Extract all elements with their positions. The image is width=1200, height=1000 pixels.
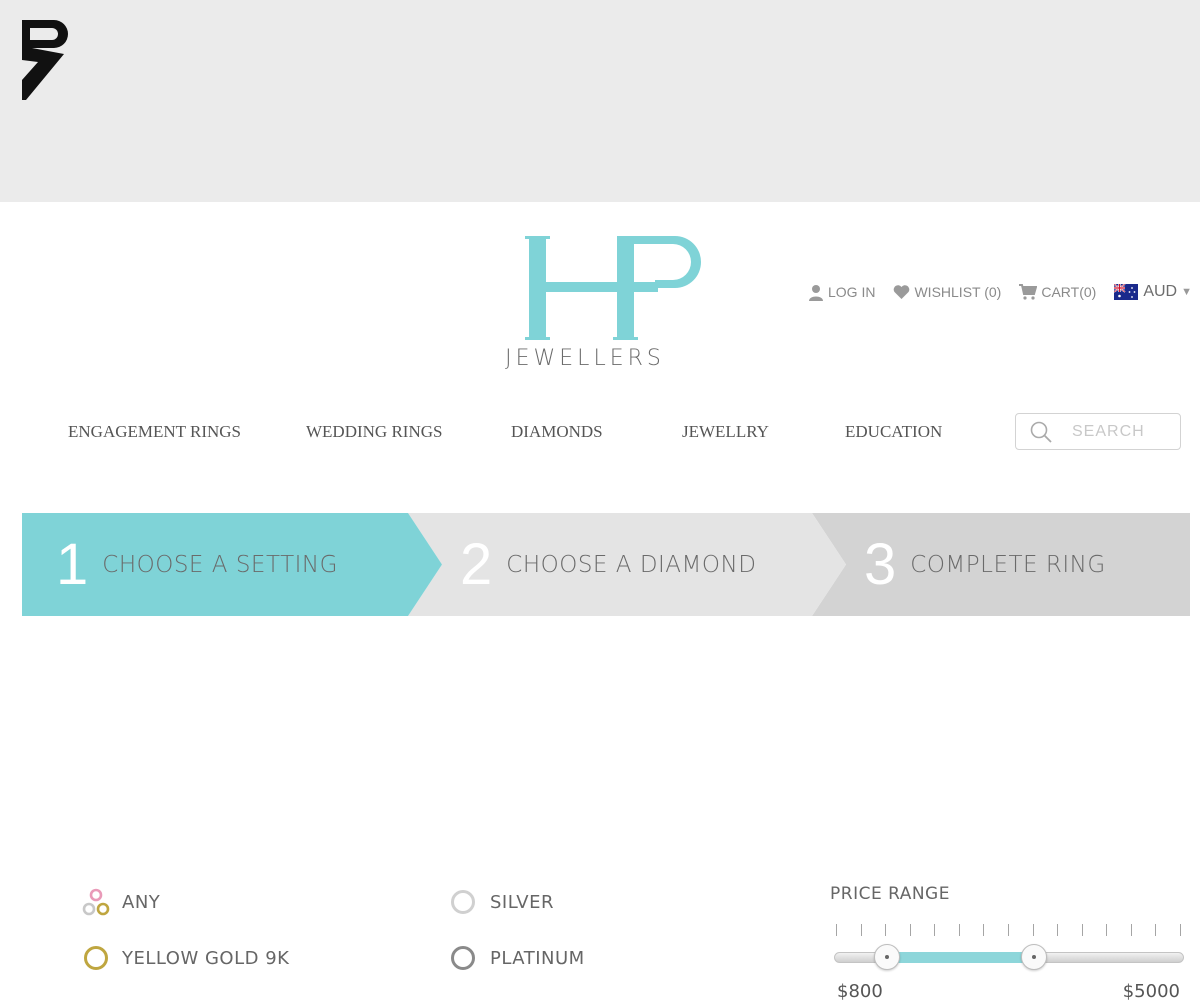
slider-tick [1081, 924, 1083, 936]
top-banner [0, 0, 1200, 202]
login-link[interactable]: LOG IN [808, 284, 875, 301]
user-icon [809, 284, 823, 301]
yellow-gold-ring-icon [84, 946, 108, 970]
metal-label: PLATINUM [490, 947, 585, 969]
slider-tick [983, 924, 985, 936]
nav-education[interactable]: EDUCATION [845, 422, 942, 442]
price-slider[interactable] [834, 944, 1184, 970]
slider-tick [836, 924, 837, 936]
brand-mark-logo [22, 20, 68, 100]
search-box[interactable] [1015, 413, 1181, 450]
silver-ring-icon [451, 890, 475, 914]
slider-tick [1106, 924, 1108, 936]
wishlist-link[interactable]: WISHLIST (0) [893, 284, 1001, 300]
metal-label: SILVER [490, 891, 554, 913]
step-number: 1 [56, 531, 89, 597]
nav-diamonds[interactable]: DIAMONDS [511, 422, 603, 442]
nav-jewellry[interactable]: JEWELLRY [682, 422, 769, 442]
search-icon[interactable] [1030, 421, 1052, 443]
price-ticks [836, 924, 1181, 938]
multi-metal-icon [82, 888, 110, 916]
nav-wedding-rings[interactable]: WEDDING RINGS [306, 422, 442, 442]
price-min-label: $800 [837, 981, 883, 1000]
nav-engagement-rings[interactable]: ENGAGEMENT RINGS [68, 422, 241, 442]
currency-label: AUD [1143, 283, 1178, 300]
price-range-title: PRICE RANGE [830, 884, 950, 904]
cart-link[interactable]: CART(0) [1019, 284, 1096, 300]
step-number: 2 [460, 531, 493, 597]
step-label: COMPLETE RING [910, 551, 1106, 578]
login-label: LOG IN [828, 284, 876, 300]
step-label: CHOOSE A SETTING [102, 551, 338, 578]
slider-tick [909, 924, 911, 936]
price-max-label: $5000 [1122, 981, 1180, 1000]
hp-monogram-icon [525, 236, 701, 340]
slider-tick [860, 924, 862, 936]
step-progress-bar: 1 CHOOSE A SETTING 2 CHOOSE A DIAMOND 3 … [22, 513, 1190, 616]
heart-icon [894, 284, 910, 299]
slider-handle-min[interactable] [873, 944, 900, 970]
step-number: 3 [864, 531, 897, 597]
main-nav: ENGAGEMENT RINGS WEDDING RINGS DIAMONDS … [0, 422, 1000, 444]
step-choose-setting[interactable]: 1 CHOOSE A SETTING [56, 513, 338, 616]
wishlist-label: WISHLIST (0) [914, 284, 1002, 300]
metal-option-any[interactable]: ANY [82, 887, 160, 917]
currency-selector[interactable]: AUD ▼ [1114, 283, 1192, 301]
slider-tick [1155, 924, 1157, 936]
slider-tick [1180, 924, 1181, 936]
user-bar: LOG IN WISHLIST (0) CART(0) AUD ▼ [808, 282, 1192, 302]
logo-wordmark: JEWELLERS [505, 346, 665, 371]
australia-flag-icon [1114, 284, 1139, 300]
metal-label: YELLOW GOLD 9K [122, 947, 290, 969]
slider-tick [958, 924, 960, 936]
step-complete-ring[interactable]: 3 COMPLETE RING [864, 513, 1106, 616]
step-label: CHOOSE A DIAMOND [506, 551, 757, 578]
slider-tick [934, 924, 936, 936]
slider-tick [1032, 924, 1034, 936]
metal-label: ANY [122, 891, 161, 913]
cart-icon [1019, 284, 1038, 300]
search-input[interactable] [1072, 422, 1172, 441]
metal-option-silver[interactable]: SILVER [450, 887, 554, 917]
step-choose-diamond[interactable]: 2 CHOOSE A DIAMOND [460, 513, 756, 616]
slider-fill [886, 952, 1034, 963]
metal-option-platinum[interactable]: PLATINUM [450, 943, 585, 973]
cart-label: CART(0) [1041, 284, 1097, 300]
slider-tick [1008, 924, 1009, 936]
site-logo[interactable]: JEWELLERS [480, 230, 720, 375]
platinum-ring-icon [451, 946, 475, 970]
price-range-filter: PRICE RANGE $800 $5000 [830, 884, 1190, 1000]
slider-tick [1057, 924, 1059, 936]
slider-tick [1130, 924, 1132, 936]
slider-tick [885, 924, 887, 936]
chevron-down-icon: ▼ [1181, 286, 1192, 298]
slider-handle-max[interactable] [1020, 944, 1047, 970]
metal-option-yellow-gold[interactable]: YELLOW GOLD 9K [82, 943, 289, 973]
